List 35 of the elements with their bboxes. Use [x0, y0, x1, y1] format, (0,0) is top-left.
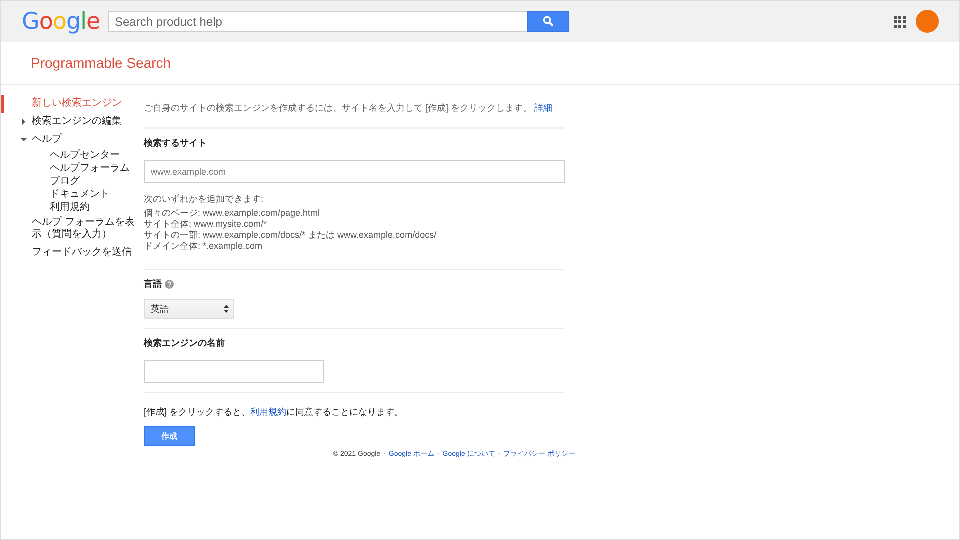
- example-text: ドメイン全体: *.example.com: [144, 241, 264, 252]
- details-link[interactable]: 詳細: [534, 103, 553, 113]
- terms-link[interactable]: 利用規約: [250, 407, 287, 417]
- sidebar-subitem[interactable]: ブログ: [1, 175, 144, 188]
- search-icon: [542, 16, 554, 27]
- sidebar-subitem[interactable]: ヘルプセンター: [1, 149, 144, 162]
- help-icon[interactable]: [165, 280, 174, 289]
- name-field[interactable]: [144, 360, 324, 383]
- sidebar-item[interactable]: ヘルプ フォーラムを表示（質問を入力）: [1, 214, 144, 244]
- sidebar-item[interactable]: フィードバックを送信: [1, 244, 144, 262]
- caret-right-icon[interactable]: [21, 119, 27, 125]
- section-label: 検索するサイト: [144, 137, 207, 150]
- up-down-arrows-icon: [224, 305, 229, 313]
- example-text: サイトの一部: www.example.com/docs/* または www.example.com/docs/: [144, 230, 438, 241]
- example-text: 個々のページ: www.example.com/page.html: [144, 208, 322, 219]
- account-avatar[interactable]: [916, 10, 939, 33]
- hint-text: 次のいずれかを追加できます:: [144, 194, 265, 205]
- sidebar-subitem[interactable]: ヘルプフォーラム: [1, 162, 144, 175]
- section-label: 検索エンジンの名前: [144, 337, 225, 350]
- caret-down-icon[interactable]: [21, 137, 27, 143]
- example-text: サイト全体: www.mysite.com/*: [144, 219, 268, 230]
- sidebar-subitem[interactable]: 利用規約: [1, 201, 144, 214]
- apps-grid-icon[interactable]: [894, 16, 906, 28]
- sidebar-item[interactable]: 検索エンジンの編集: [1, 113, 144, 131]
- section-label: 言語: [144, 278, 162, 291]
- product-title: Programmable Search: [31, 55, 172, 71]
- site-field[interactable]: www.example.com: [144, 160, 565, 183]
- terms-text: [作成] をクリックすると、利用規約に同意することになります。: [144, 406, 405, 419]
- sidebar-item[interactable]: 新しい検索エンジン: [1, 95, 144, 113]
- sidebar-item[interactable]: ヘルプ: [1, 131, 144, 149]
- search-button[interactable]: [527, 11, 569, 32]
- sidebar-subitem[interactable]: ドキュメント: [1, 188, 144, 201]
- language-select[interactable]: 英語: [144, 299, 234, 319]
- search-field[interactable]: Search product help: [108, 11, 527, 32]
- intro-text: ご自身のサイトの検索エンジンを作成するには、サイト名を入力して [作成] をクリックします。 詳細: [144, 95, 565, 129]
